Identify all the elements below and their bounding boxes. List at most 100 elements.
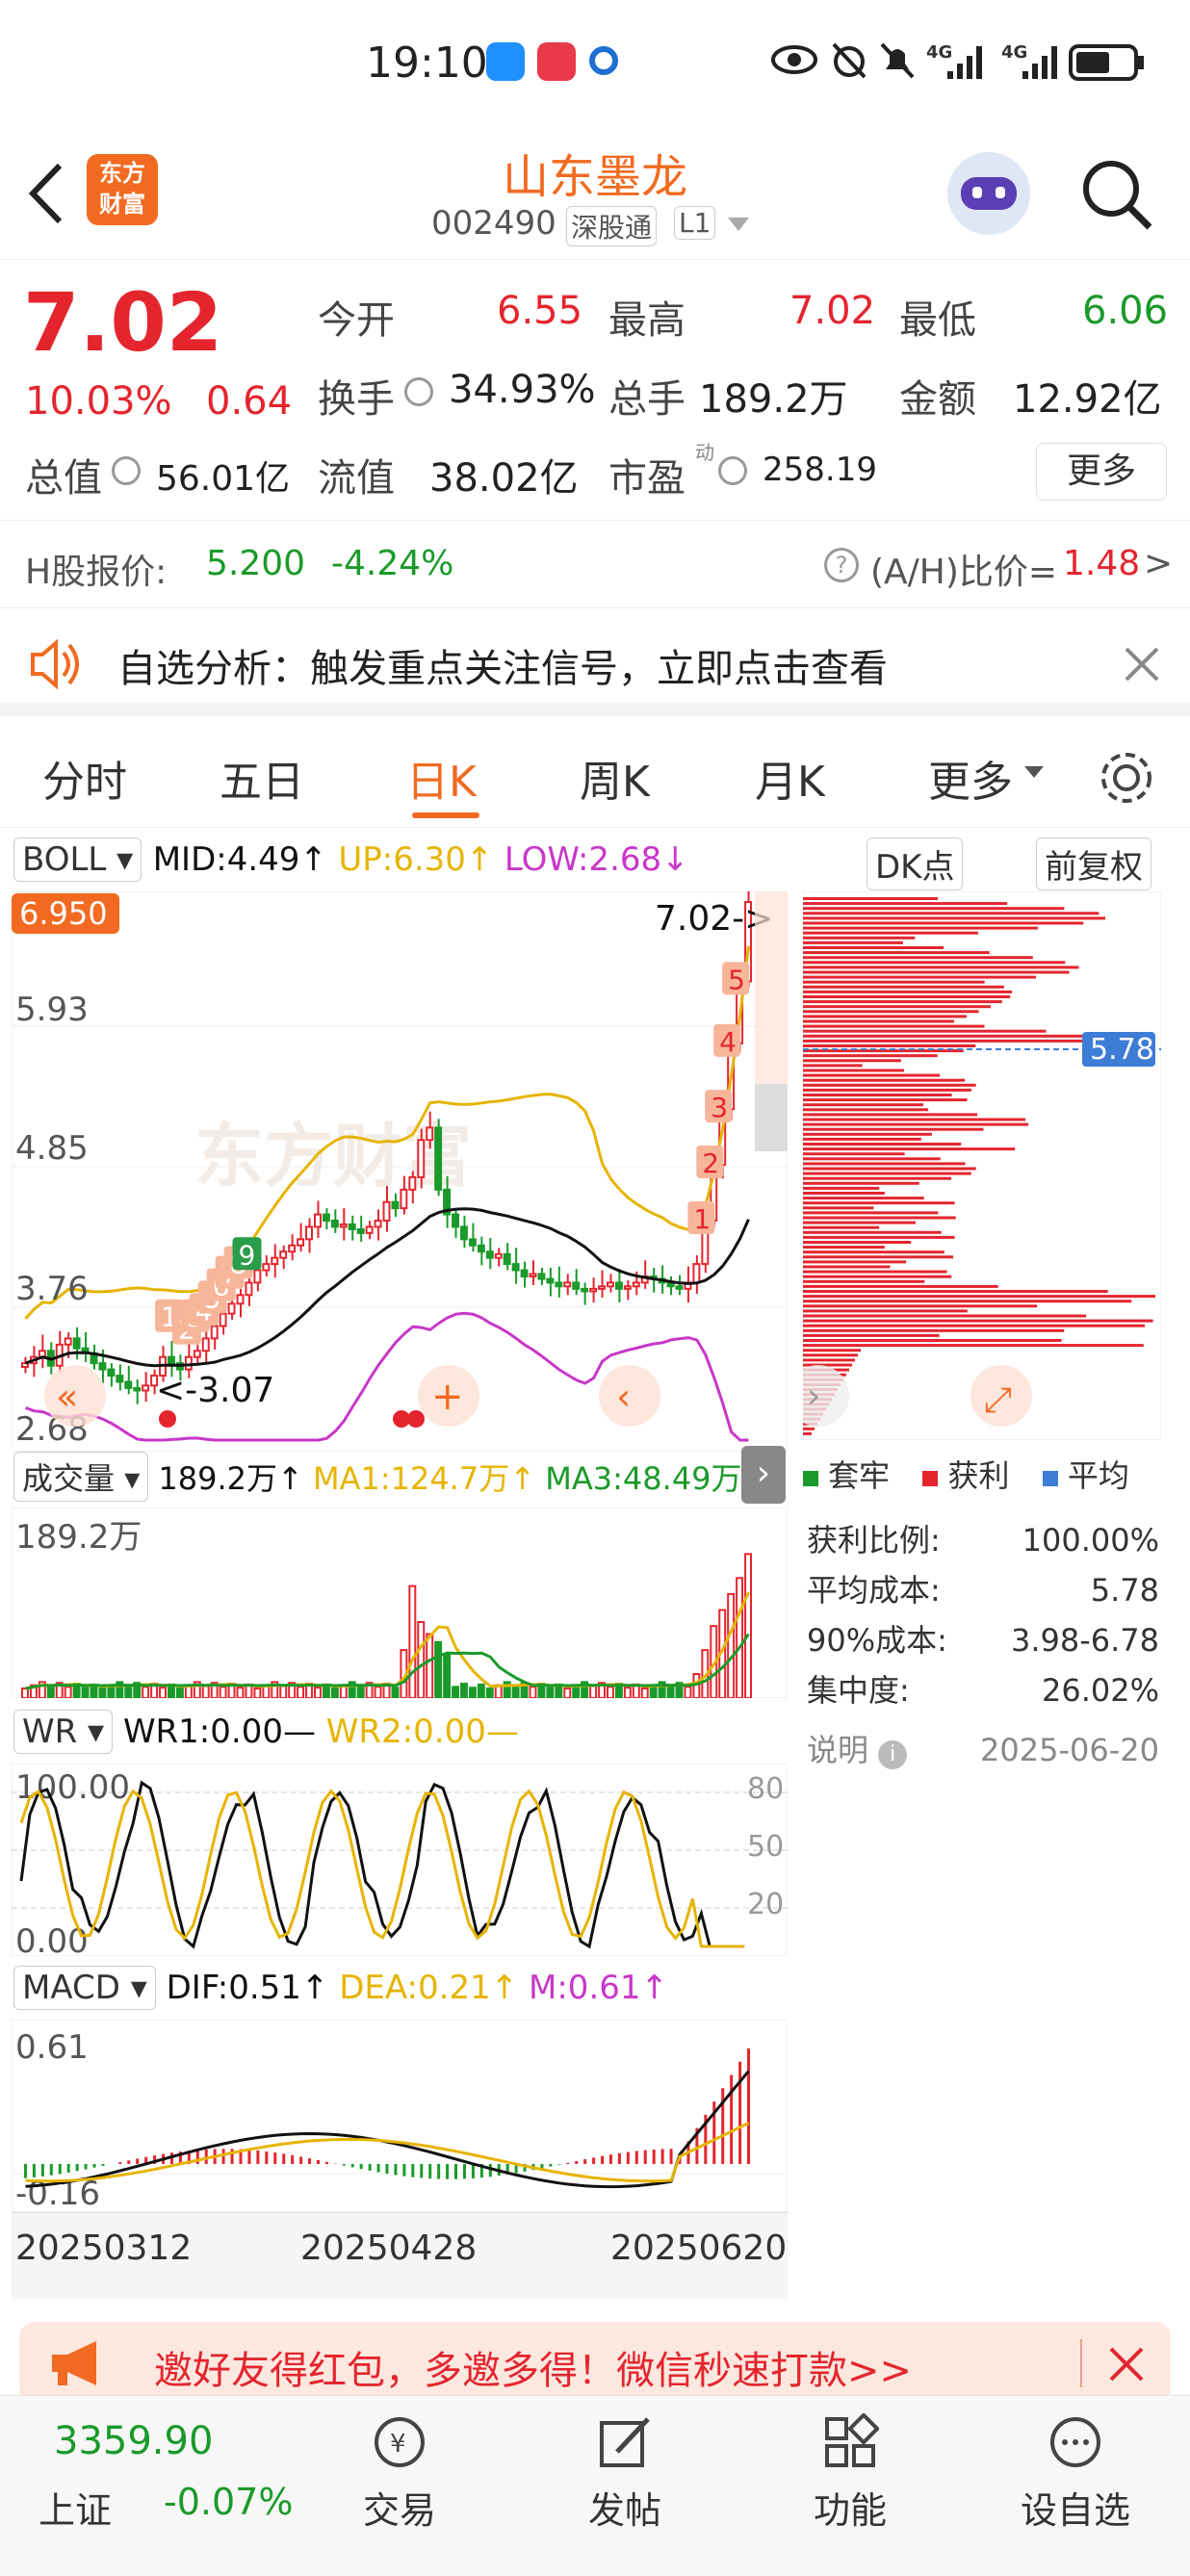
chip-bar [803,966,1079,969]
chip-bar [803,995,1011,998]
volume-bar [374,1686,382,1698]
expand-panel-arrow[interactable]: › [741,1446,786,1504]
wr-chart: 100.00 0.00 80 50 20 [12,1764,788,1956]
chip-bar [803,1309,968,1313]
zoom-out-button[interactable]: « [44,1365,106,1427]
candle-body [494,1252,503,1259]
index-value[interactable]: 3359.90 [54,2419,213,2463]
wr-20-label: 20 [747,1888,784,1921]
tab-5day[interactable]: 五日 [220,747,304,809]
more-button[interactable]: 更多 [1036,443,1167,501]
h-share-row[interactable]: H股报价: 5.200 -4.24% ? (A/H)比价= 1.48 > [0,520,1190,608]
nav-post[interactable]: 发帖 [553,2413,697,2534]
volume-top-label: 189.2万 [15,1518,142,1557]
invite-close-icon[interactable] [1109,2347,1144,2382]
amount-value: 12.92亿 [1013,377,1162,422]
candle-body [511,1263,520,1272]
chip-bar [803,1054,938,1058]
close-icon[interactable] [1125,647,1159,682]
prev-button[interactable]: ‹ [599,1365,660,1427]
chip-bar [803,1221,917,1224]
tab-monthly-k[interactable]: 月K [755,747,825,809]
wr-selector[interactable]: WR ▾ [13,1710,114,1754]
svg-text:⤢: ⤢ [984,1380,1012,1420]
chip-bar [803,1167,976,1171]
invite-banner[interactable]: 邀好友得红包，多邀多得！微信秒速打款>> [19,2322,1171,2405]
invite-divider [1080,2339,1082,2387]
high-label: 最高 [608,298,686,343]
candle-body [607,1281,614,1288]
candle-body [589,1287,598,1293]
tab-more-triangle-icon [1024,766,1044,778]
volume-bar [417,1621,426,1698]
volume-label: 总手 [608,377,686,422]
nav-functions[interactable]: 功能 [778,2413,922,2534]
legend-trapped: 套牢 [828,1457,891,1494]
nav-add-watchlist[interactable]: 设自选 [1003,2413,1148,2534]
index-pct[interactable]: -0.07% [164,2481,293,2523]
candle-body [271,1256,279,1266]
note-link[interactable]: 说明 i [807,1725,908,1775]
stock-code: 002490 [431,204,556,243]
crosshair-button[interactable]: + [418,1365,479,1427]
boll-selector[interactable]: BOLL ▾ [13,837,142,882]
volume-chart: 189.2万 [12,1507,788,1698]
cost90-value: 3.98-6.78 [1010,1622,1159,1659]
back-arrow-icon[interactable] [23,160,67,227]
index-name[interactable]: 上证 [39,2481,112,2534]
macd-selector[interactable]: MACD ▾ [13,1966,156,2010]
candle-body [434,1126,443,1191]
gear-icon[interactable] [1098,749,1155,807]
robot-assistant-avatar[interactable] [947,152,1030,235]
chip-bar [803,1024,985,1028]
volume-bar [727,1592,736,1698]
date-axis: 20250312 20250428 20250620 [12,2212,788,2299]
candle-body [168,1355,175,1365]
chip-bar [803,1152,905,1156]
chip-bar [803,1118,1026,1121]
legend-avg: 平均 [1067,1457,1129,1494]
dk-point-button[interactable]: DK点 [867,837,964,890]
wr-80-label: 80 [747,1772,784,1806]
y-axis-label-3: 3.76 [15,1270,89,1308]
chip-bar [803,1284,998,1288]
volume-bar [485,1687,494,1698]
wr-50-label: 50 [747,1830,784,1864]
expand-button[interactable]: ⤢ [970,1365,1032,1427]
chip-bar [803,931,978,935]
candle-body [374,1220,382,1228]
dif-value: DIF:0.51 [166,1969,301,2007]
nav-trade[interactable]: ¥ 交易 [327,2413,472,2534]
search-icon[interactable] [1078,156,1155,233]
eastmoney-logo[interactable]: 东方 财富 [87,154,158,225]
chip-bar [803,1358,855,1362]
kline-chart[interactable]: 东方财富 6.950 5.93 4.85 3.76 2.68 7.02-> <-… [12,891,788,1452]
chip-bar [803,1339,1062,1342]
volume-selector[interactable]: 成交量 ▾ [13,1452,149,1502]
edit-icon [600,2417,650,2467]
chip-bar [803,1324,1145,1327]
adjust-button[interactable]: 前复权 [1036,837,1151,890]
tab-intraday[interactable]: 分时 [42,747,127,809]
help-icon[interactable]: ? [824,548,859,582]
chip-bar [803,1094,952,1096]
candle-body [555,1281,563,1288]
date-label-mid: 20250428 [300,2228,478,2268]
dropdown-triangle-icon[interactable] [728,218,749,233]
trapped-swatch [803,1471,818,1486]
ma1-up-arrow: ↑ [509,1460,536,1497]
chip-bar [803,1328,1065,1332]
invite-text: 邀好友得红包，多邀多得！微信秒速打款>> [154,2349,913,2393]
tab-more[interactable]: 更多 [928,747,1013,809]
mktcap-info-icon[interactable] [112,456,141,485]
signal-banner[interactable]: 自选分析：触发重点关注信号，立即点击查看 [0,608,1190,716]
pe-info-icon[interactable] [718,456,747,485]
mid-up-arrow: ↑ [299,840,327,879]
float-value: 38.02亿 [429,456,579,501]
chip-bar [803,1122,1029,1126]
candle-body [581,1287,589,1293]
chip-distribution-chart[interactable]: 5.78 › ⤢ [803,891,1161,1440]
tab-daily-k[interactable]: 日K [406,747,477,809]
info-dots-icon[interactable] [404,377,433,406]
tab-weekly-k[interactable]: 周K [580,747,650,809]
